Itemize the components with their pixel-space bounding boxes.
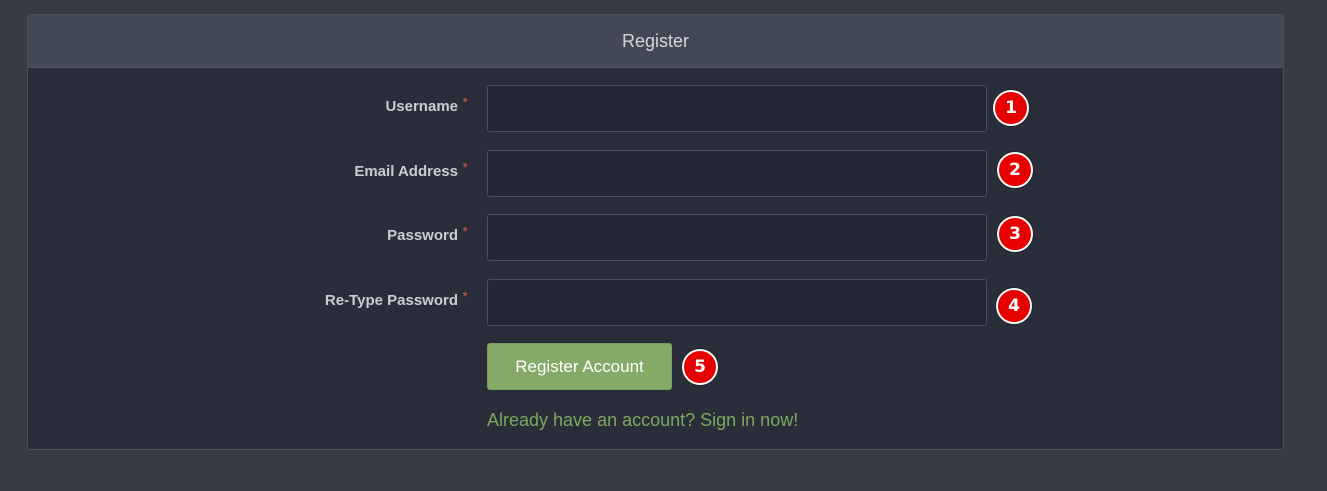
email-label: Email Address xyxy=(354,163,458,180)
username-row: Username * 1 xyxy=(28,85,1283,132)
retype-password-row: Re-Type Password * 4 xyxy=(28,279,1283,326)
retype-password-input[interactable] xyxy=(487,279,987,326)
register-account-button[interactable]: Register Account xyxy=(487,343,672,390)
username-required-mark: * xyxy=(462,94,468,110)
annotation-badge-2: 2 xyxy=(997,152,1033,188)
email-row: Email Address * 2 xyxy=(28,150,1283,197)
password-label: Password xyxy=(387,227,458,244)
annotation-badge-1: 1 xyxy=(993,90,1029,126)
register-panel: Register Username * 1 Email Address * 2 … xyxy=(27,14,1284,450)
username-input[interactable] xyxy=(487,85,987,132)
password-required-mark: * xyxy=(462,223,468,239)
retype-password-label: Re-Type Password xyxy=(324,292,458,309)
password-input[interactable] xyxy=(487,214,987,261)
password-row: Password * 3 xyxy=(28,214,1283,261)
annotation-badge-4: 4 xyxy=(996,288,1032,324)
email-input[interactable] xyxy=(487,150,987,197)
annotation-badge-5: 5 xyxy=(682,349,718,385)
annotation-badge-3: 3 xyxy=(997,216,1033,252)
panel-header: Register xyxy=(28,15,1283,68)
panel-title: Register xyxy=(621,30,690,51)
email-required-mark: * xyxy=(462,159,468,175)
retype-password-required-mark: * xyxy=(462,288,468,304)
username-label: Username xyxy=(385,98,458,115)
sign-in-link[interactable]: Already have an account? Sign in now! xyxy=(487,410,798,431)
